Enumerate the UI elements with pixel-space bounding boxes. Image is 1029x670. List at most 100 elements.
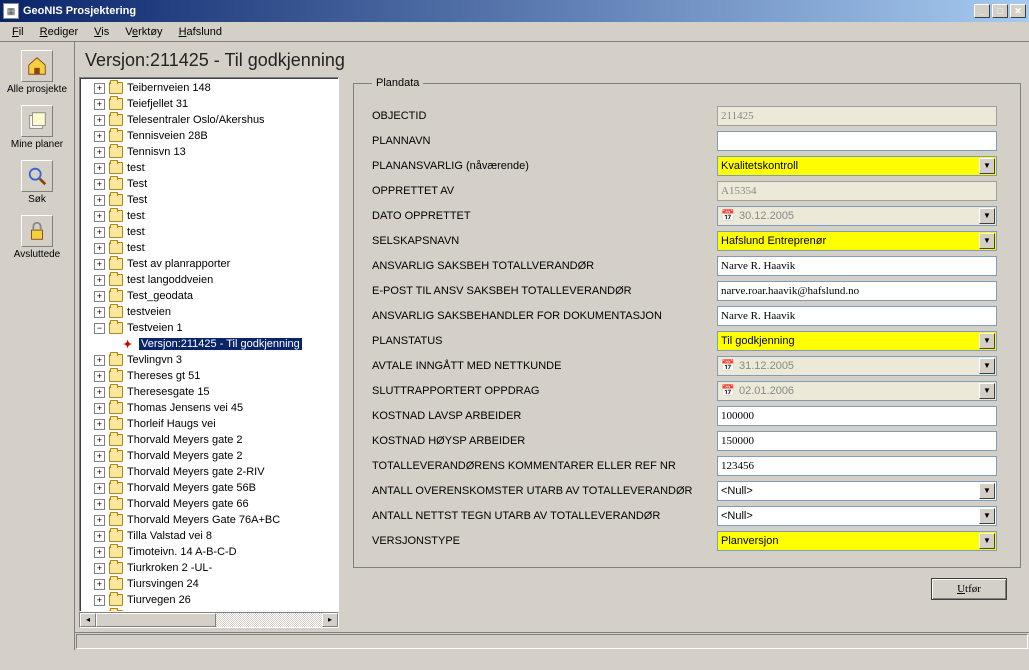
expand-icon[interactable]: + — [94, 275, 105, 286]
dropdown-arrow-icon[interactable]: ▼ — [979, 233, 995, 249]
input-totallev-komm[interactable] — [717, 456, 997, 476]
tree-node[interactable]: +test — [80, 224, 338, 240]
tree-node[interactable]: +Tennisvn 13 — [80, 144, 338, 160]
tree-node[interactable]: +Tiurkroken 2 -UL- — [80, 560, 338, 576]
sidebar-item-sok[interactable]: Søk — [3, 156, 71, 209]
tree-node[interactable]: +testveien — [80, 304, 338, 320]
expand-icon[interactable]: + — [94, 243, 105, 254]
tree-node[interactable]: +Thorvald Meyers gate 2 — [80, 448, 338, 464]
expand-icon[interactable]: + — [94, 131, 105, 142]
select-antall-nettst[interactable]: <Null>▼ — [717, 506, 997, 526]
tree-node[interactable]: +Test av planrapporter — [80, 256, 338, 272]
input-epost[interactable] — [717, 281, 997, 301]
expand-icon[interactable]: + — [94, 595, 105, 606]
input-kostnad-lavsp[interactable] — [717, 406, 997, 426]
tree-node[interactable]: +Tennisveien 28B — [80, 128, 338, 144]
input-plannavn[interactable] — [717, 131, 997, 151]
expand-icon[interactable]: + — [94, 419, 105, 430]
select-planstatus[interactable]: Til godkjenning▼ — [717, 331, 997, 351]
dropdown-arrow-icon[interactable]: ▼ — [979, 483, 995, 499]
expand-icon[interactable]: + — [94, 371, 105, 382]
tree-node[interactable]: +Tiurvegen 26 — [80, 592, 338, 608]
expand-icon[interactable]: + — [94, 291, 105, 302]
close-button[interactable]: ✕ — [1010, 4, 1026, 18]
menu-rediger[interactable]: Rediger — [32, 24, 87, 40]
input-ansvarlig-saksbeh[interactable] — [717, 256, 997, 276]
input-kostnad-hoysp[interactable] — [717, 431, 997, 451]
tree-node[interactable]: −Testveien 1 — [80, 320, 338, 336]
tree-node[interactable]: +Theresesgate 15 — [80, 384, 338, 400]
expand-icon[interactable]: + — [94, 83, 105, 94]
maximize-button[interactable]: □ — [992, 4, 1008, 18]
expand-icon[interactable]: + — [94, 403, 105, 414]
tree-node[interactable]: +Thorvald Meyers gate 2 — [80, 432, 338, 448]
expand-icon[interactable]: + — [94, 99, 105, 110]
select-planansvarlig[interactable]: Kvalitetskontroll▼ — [717, 156, 997, 176]
sidebar-item-avsluttede[interactable]: Avsluttede — [3, 211, 71, 264]
expand-icon[interactable]: + — [94, 563, 105, 574]
tree-node[interactable]: +Timoteivn. 14 A-B-C-D — [80, 544, 338, 560]
expand-icon[interactable]: + — [94, 547, 105, 558]
expand-icon[interactable]: + — [94, 499, 105, 510]
expand-icon[interactable]: + — [94, 259, 105, 270]
tree-node[interactable]: +Thomas Jensens vei 45 — [80, 400, 338, 416]
tree-node[interactable]: +test langoddveien — [80, 272, 338, 288]
menu-vis[interactable]: Vis — [86, 24, 117, 40]
menu-fil[interactable]: Fil — [4, 24, 32, 40]
select-versjonstype[interactable]: Planversjon▼ — [717, 531, 997, 551]
menu-hafslund[interactable]: Hafslund — [171, 24, 230, 40]
select-selskapsnavn[interactable]: Hafslund Entreprenør▼ — [717, 231, 997, 251]
tree-node[interactable]: +Thorvald Meyers gate 2-RIV — [80, 464, 338, 480]
hscrollbar[interactable]: ◂ ▸ — [79, 612, 339, 628]
utfor-button[interactable]: Utfør — [931, 578, 1007, 600]
tree-node[interactable]: +Thereses gt 51 — [80, 368, 338, 384]
tree-node[interactable]: +Thorvald Meyers gate 66 — [80, 496, 338, 512]
input-ansvarlig-dok[interactable] — [717, 306, 997, 326]
expand-icon[interactable]: + — [94, 211, 105, 222]
expand-icon[interactable]: + — [94, 467, 105, 478]
tree-node[interactable]: +Thorvald Meyers gate 56B — [80, 480, 338, 496]
tree-node[interactable]: +test — [80, 208, 338, 224]
tree-node[interactable]: +Telesentraler Oslo/Akershus — [80, 112, 338, 128]
scroll-right-button[interactable]: ▸ — [322, 613, 338, 627]
tree-node[interactable]: +Thorvald Meyers Gate 76A+BC — [80, 512, 338, 528]
expand-icon[interactable]: + — [94, 387, 105, 398]
tree-node-selected[interactable]: ✦Versjon:211425 - Til godkjenning — [80, 336, 338, 352]
minimize-button[interactable]: _ — [974, 4, 990, 18]
scroll-left-button[interactable]: ◂ — [80, 613, 96, 627]
menu-verktoy[interactable]: Verktøy — [117, 24, 170, 40]
expand-icon[interactable]: + — [94, 483, 105, 494]
tree-node[interactable]: +Teibernveien 148 — [80, 80, 338, 96]
dropdown-arrow-icon[interactable]: ▼ — [979, 508, 995, 524]
expand-icon[interactable]: − — [94, 323, 105, 334]
expand-icon[interactable]: + — [94, 531, 105, 542]
tree-node[interactable]: +test — [80, 160, 338, 176]
scroll-thumb[interactable] — [96, 613, 216, 627]
expand-icon[interactable]: + — [94, 179, 105, 190]
tree-node[interactable]: +Tiursvingen 24 — [80, 576, 338, 592]
tree-node[interactable]: +Thorleif Haugs vei — [80, 416, 338, 432]
tree-node[interactable]: +Test — [80, 176, 338, 192]
dropdown-arrow-icon[interactable]: ▼ — [979, 333, 995, 349]
dropdown-arrow-icon[interactable]: ▼ — [979, 533, 995, 549]
expand-icon[interactable]: + — [94, 147, 105, 158]
tree-node[interactable]: +test — [80, 240, 338, 256]
sidebar-item-alle-prosjekter[interactable]: Alle prosjekte — [3, 46, 71, 99]
tree-node[interactable]: +Test — [80, 192, 338, 208]
expand-icon[interactable]: + — [94, 435, 105, 446]
sidebar-item-mine-planer[interactable]: Mine planer — [3, 101, 71, 154]
expand-icon[interactable]: + — [94, 227, 105, 238]
expand-icon[interactable]: + — [94, 307, 105, 318]
tree-view[interactable]: +Teibernveien 148+Teiefjellet 31+Telesen… — [79, 77, 339, 612]
expand-icon[interactable]: + — [94, 451, 105, 462]
expand-icon[interactable]: + — [94, 163, 105, 174]
expand-icon[interactable]: + — [94, 115, 105, 126]
expand-icon[interactable]: + — [94, 355, 105, 366]
expand-icon[interactable]: + — [94, 515, 105, 526]
tree-node[interactable]: +Test_geodata — [80, 288, 338, 304]
tree-node[interactable]: +Tilla Valstad vei 8 — [80, 528, 338, 544]
select-antall-overens[interactable]: <Null>▼ — [717, 481, 997, 501]
tree-node[interactable]: +Tevlingvn 3 — [80, 352, 338, 368]
expand-icon[interactable]: + — [94, 579, 105, 590]
expand-icon[interactable]: + — [94, 195, 105, 206]
